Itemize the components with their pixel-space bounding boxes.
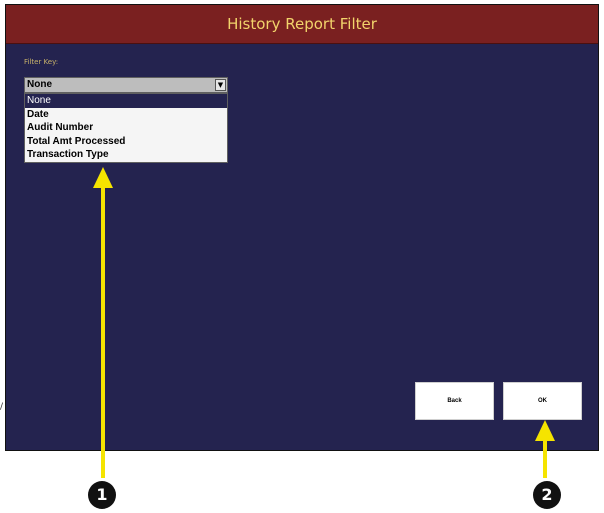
filter-key-options-list: None Date Audit Number Total Amt Process… (24, 93, 228, 163)
ok-button[interactable]: OK (503, 382, 582, 420)
window-title: History Report Filter (227, 15, 377, 33)
option-total-amt-processed[interactable]: Total Amt Processed (25, 135, 227, 149)
back-button[interactable]: Back (415, 382, 494, 420)
stray-mark: / (0, 402, 4, 412)
option-none[interactable]: None (25, 94, 227, 108)
filter-key-dropdown[interactable]: None ▼ (24, 77, 228, 93)
chevron-down-icon[interactable]: ▼ (215, 79, 226, 91)
title-bar: History Report Filter (6, 5, 598, 44)
callout-badge-2: 2 (533, 481, 561, 509)
option-audit-number[interactable]: Audit Number (25, 121, 227, 135)
history-report-filter-screen: History Report Filter Filter Key: None ▼… (5, 4, 599, 451)
option-transaction-type[interactable]: Transaction Type (25, 148, 227, 162)
dropdown-selected-value: None (27, 79, 52, 90)
filter-key-label: Filter Key: (24, 58, 59, 66)
callout-badge-1: 1 (88, 481, 116, 509)
option-date[interactable]: Date (25, 108, 227, 122)
